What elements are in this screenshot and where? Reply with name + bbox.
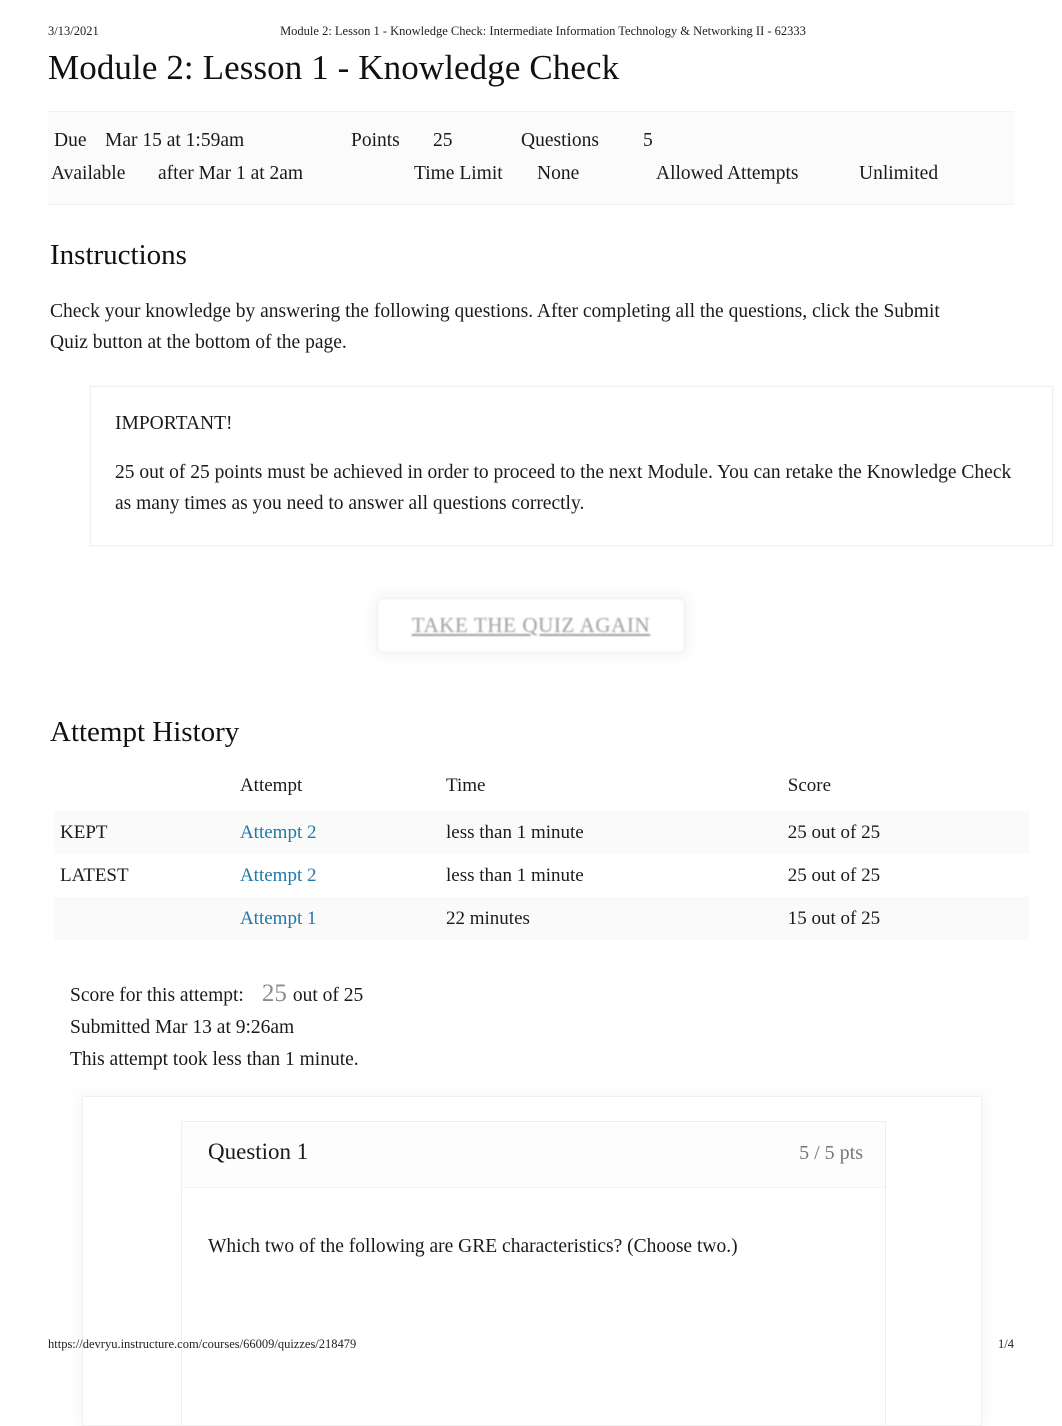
attempt-time: less than 1 minute: [446, 821, 584, 843]
table-row: Attempt 1 22 minutes 15 out of 25: [54, 897, 1029, 941]
available-value: after Mar 1 at 2am: [158, 163, 304, 185]
page-title: Module 2: Lesson 1 - Knowledge Check: [48, 48, 620, 87]
important-body: 25 out of 25 points must be achieved in …: [115, 462, 1012, 515]
allowed-attempts-label: Allowed Attempts: [656, 163, 799, 185]
footer-url: https://devryu.instructure.com/courses/6…: [48, 1337, 357, 1351]
time-limit-label: Time Limit: [414, 163, 503, 185]
quiz-page: Module 2: Lesson 1 - Knowledge Check Due…: [0, 0, 1062, 1426]
quiz-info-band: Due Mar 15 at 1:59am Points 25 Questions…: [48, 111, 1014, 206]
attempt-status: LATEST: [60, 864, 129, 886]
attempt-history-body: KEPT Attempt 2 less than 1 minute 25 out…: [54, 811, 1029, 941]
attempt-history-heading: Attempt History: [50, 716, 240, 749]
attempt-score: 25 out of 25: [787, 821, 881, 843]
score-out-of: out of 25: [292, 985, 364, 1007]
attempt-history-head: Attempt Time Score: [54, 775, 1029, 811]
quiz-info-row-1: Due Mar 15 at 1:59am Points 25 Questions…: [48, 124, 1014, 157]
attempt-link[interactable]: Attempt 1: [240, 908, 317, 929]
column-header-status: [54, 775, 240, 811]
attempt-link-cell: Attempt 1: [240, 897, 446, 940]
attempt-link[interactable]: Attempt 2: [240, 822, 317, 843]
attempt-history-table: Attempt Time Score KEPT Attempt 2 less t…: [54, 775, 1029, 941]
table-row: LATEST Attempt 2 less than 1 minute 25 o…: [54, 854, 1029, 897]
questions-value: 5: [643, 130, 653, 152]
print-footer: https://devryu.instructure.com/courses/6…: [0, 1337, 1062, 1355]
points-label: Points: [351, 130, 400, 152]
attempt-duration: This attempt took less than 1 minute.: [70, 1049, 359, 1071]
score-summary: Score for this attempt: 25 out of 25 Submi…: [70, 978, 1014, 1076]
column-header-score: Score: [787, 775, 832, 797]
attempt-status: KEPT: [60, 821, 108, 843]
attempt-link-cell: Attempt 2: [240, 811, 446, 854]
due-label: Due: [54, 130, 87, 152]
attempt-score: 25 out of 25: [787, 864, 881, 886]
question-header: Question 1 5 / 5 pts: [182, 1122, 885, 1189]
important-title: IMPORTANT!: [115, 413, 233, 435]
quiz-info-row-2: Available after Mar 1 at 2am Time Limit …: [48, 157, 1014, 190]
score-line: Score for this attempt: 25 out of 25: [70, 978, 1014, 1012]
attempt-status: [54, 897, 240, 940]
submitted-timestamp: Submitted Mar 13 at 9:26am: [70, 1017, 295, 1039]
column-header-attempt: Attempt: [239, 775, 303, 797]
attempt-score: 15 out of 25: [787, 907, 881, 929]
table-header-row: Attempt Time Score: [54, 775, 1029, 811]
footer-page-number: 1/4: [998, 1337, 1014, 1351]
attempt-link-cell: Attempt 2: [240, 854, 446, 897]
column-header-time: Time: [446, 775, 486, 797]
attempt-link[interactable]: Attempt 2: [240, 865, 317, 886]
take-quiz-again-button[interactable]: TAKE THE QUIZ AGAIN: [376, 597, 686, 653]
question-name: Question 1: [208, 1139, 309, 1165]
available-label: Available: [51, 163, 126, 185]
question-text: Which two of the following are GRE chara…: [208, 1236, 738, 1258]
score-value: 25: [261, 980, 287, 1008]
question-card: Question 1 5 / 5 pts Which two of the fo…: [181, 1121, 886, 1426]
take-quiz-again-wrapper: TAKE THE QUIZ AGAIN: [48, 582, 1014, 668]
questions-label: Questions: [521, 130, 599, 152]
important-callout: IMPORTANT! 25 out of 25 points must be a…: [90, 386, 1053, 547]
instructions-body: Check your knowledge by answering the fo…: [50, 301, 940, 354]
score-label: Score for this attempt:: [70, 985, 244, 1007]
attempt-time: less than 1 minute: [446, 864, 584, 886]
points-value: 25: [433, 130, 453, 152]
time-limit-value: None: [537, 163, 580, 185]
question-points: 5 / 5 pts: [799, 1142, 863, 1165]
instructions-heading: Instructions: [50, 239, 187, 272]
attempt-time: 22 minutes: [446, 907, 530, 929]
allowed-attempts-value: Unlimited: [859, 163, 939, 185]
due-value: Mar 15 at 1:59am: [105, 130, 245, 152]
table-row: KEPT Attempt 2 less than 1 minute 25 out…: [54, 811, 1029, 855]
